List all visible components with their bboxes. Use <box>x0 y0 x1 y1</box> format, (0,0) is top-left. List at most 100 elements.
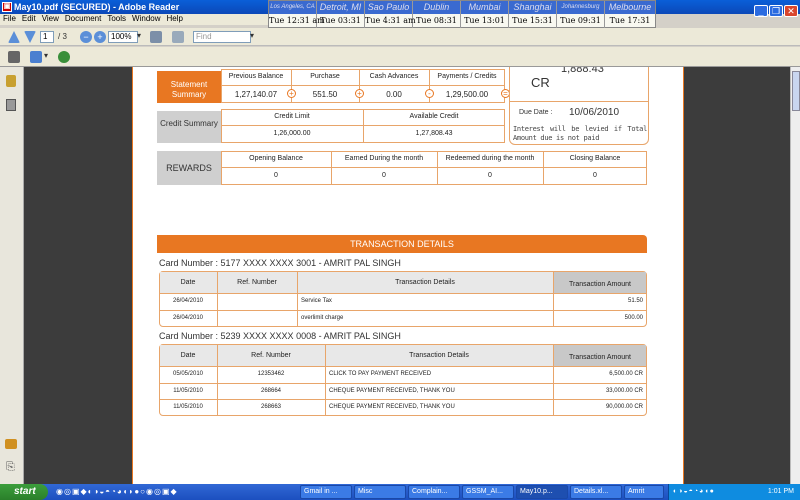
taskbar-item-gmail[interactable]: Gmail in ... <box>300 485 352 499</box>
transaction-amount-column-header: Transaction Amount <box>569 281 631 288</box>
vertical-scrollbar[interactable] <box>790 67 800 484</box>
comments-icon[interactable] <box>5 439 17 449</box>
restore-button[interactable]: ❐ <box>769 5 783 17</box>
taskbar: start ◉◎▣◆◐◑◒◓◔◕◖◗●○◉◎▣◆ Gmail in ... Mi… <box>0 484 800 500</box>
zoom-out-icon[interactable]: − <box>80 31 92 43</box>
clock-mumbai: Mumbai Tue 13:01 <box>461 1 509 28</box>
opening-balance-value: 0 <box>274 172 278 179</box>
rewards-label: REWARDS <box>157 151 221 185</box>
tray-clock[interactable]: 1:01 PM <box>768 484 794 500</box>
closing-balance-header: Closing Balance <box>569 155 621 162</box>
table-cell-date: 26/04/2010 <box>172 315 204 321</box>
find-input[interactable]: Find <box>193 31 251 43</box>
clock-time: Tue 4:31 am <box>365 16 416 25</box>
purchase-value: 551.50 <box>312 90 338 99</box>
clock-dublin: Dublin Tue 08:31 <box>413 1 461 28</box>
credit-limit-header: Credit Limit <box>274 113 310 120</box>
previous-balance-header: Previous Balance <box>228 73 284 80</box>
fit-page-icon[interactable] <box>150 31 162 43</box>
clock-time: Tue 15:31 <box>512 16 553 25</box>
chevron-down-icon[interactable]: ▾ <box>250 31 254 40</box>
next-page-icon[interactable] <box>24 31 36 43</box>
scrollbar-thumb[interactable] <box>792 71 800 111</box>
file-toolbar: ▾ <box>0 47 800 67</box>
menu-tools[interactable]: Tools <box>107 14 126 23</box>
print-icon[interactable] <box>8 51 20 63</box>
menu-bar: File Edit View Document Tools Window Help <box>0 14 268 25</box>
table-cell-details: CHEQUE PAYMENT RECEIVED, THANK YOU <box>329 404 455 410</box>
taskbar-item-amrit[interactable]: Amrit <box>624 485 664 499</box>
chevron-down-icon[interactable]: ▾ <box>44 51 48 60</box>
pages-icon[interactable] <box>6 99 16 111</box>
navigation-pane: ⎘ <box>0 67 24 484</box>
transaction-details-column-header: Transaction Details <box>395 279 455 286</box>
clock-city: Shanghai <box>509 1 556 14</box>
earned-header: Earned During the month <box>344 155 424 162</box>
table-cell-ref: 12353462 <box>257 371 285 377</box>
clock-city: Dublin <box>413 1 460 14</box>
transaction-details-banner: TRANSACTION DETAILS <box>157 235 647 253</box>
document-viewport[interactable]: Statement Summary Previous Balance Purch… <box>24 67 800 484</box>
page-number-input[interactable]: 1 <box>40 31 54 43</box>
menu-view[interactable]: View <box>42 14 59 23</box>
cash-advances-header: Cash Advances <box>369 73 419 80</box>
table-cell-amount: 90,000.00 CR <box>605 404 643 410</box>
payments-credits-value: 1,29,500.00 <box>445 90 489 99</box>
taskbar-item-may10-pdf[interactable]: May10.p... <box>516 485 568 499</box>
credit-limit-value: 1,26,000.00 <box>273 130 311 137</box>
pdf-page: Statement Summary Previous Balance Purch… <box>132 67 684 484</box>
taskbar-item-complain[interactable]: Complain... <box>408 485 460 499</box>
menu-document[interactable]: Document <box>65 14 101 23</box>
menu-file[interactable]: File <box>3 14 16 23</box>
ref-number-column-header: Ref. Number <box>251 352 291 359</box>
window-title: May10.pdf (SECURED) - Adobe Reader <box>14 2 180 12</box>
total-amount: 1,888.43 <box>561 67 604 75</box>
date-column-header: Date <box>180 352 196 359</box>
clock-city: Los Angeles, CA <box>269 1 316 14</box>
plus-icon: + <box>355 89 364 98</box>
redeemed-header: Redeemed during the month <box>445 155 535 162</box>
quick-launch-icons[interactable]: ◉◎▣◆◐◑◒◓◔◕◖◗●○◉◎▣◆ <box>56 487 296 497</box>
plus-icon: + <box>287 89 296 98</box>
cash-advances-value: 0.00 <box>386 90 402 99</box>
menu-help[interactable]: Help <box>167 14 183 23</box>
date-column-header: Date <box>180 279 196 286</box>
lock-icon[interactable] <box>6 75 16 87</box>
earned-value: 0 <box>382 172 386 179</box>
clock-los-angeles: Los Angeles, CA Tue 12:31 am <box>269 1 325 28</box>
table-cell-amount: 6,500.00 CR <box>609 371 643 377</box>
credit-summary-label: Credit Summary <box>157 111 221 143</box>
minimize-button[interactable]: _ <box>754 5 768 17</box>
start-button[interactable]: start <box>0 484 48 500</box>
fit-width-icon[interactable] <box>172 31 184 43</box>
taskbar-item-misc[interactable]: Misc <box>354 485 406 499</box>
table-cell-details: CLICK TO PAY PAYMENT RECEIVED <box>329 371 432 377</box>
minus-icon: - <box>425 89 434 98</box>
close-button[interactable]: ✕ <box>784 5 798 17</box>
clock-time: Tue 13:01 <box>464 16 505 25</box>
attachment-icon[interactable]: ⎘ <box>6 461 15 474</box>
pdf-icon: ▣ <box>2 2 12 12</box>
chevron-down-icon[interactable]: ▾ <box>137 31 141 40</box>
available-credit-header: Available Credit <box>409 113 459 120</box>
cr-indicator: CR <box>531 75 550 90</box>
menu-window[interactable]: Window <box>132 14 160 23</box>
table-cell-amount: 500.00 <box>624 315 643 321</box>
window-controls: _ ❐ ✕ <box>753 1 798 17</box>
taskbar-item-gssm[interactable]: GSSM_AI... <box>462 485 514 499</box>
previous-page-icon[interactable] <box>8 31 20 43</box>
zoom-select[interactable]: 100% <box>108 31 138 43</box>
taskbar-item-details-xls[interactable]: Details.xl... <box>570 485 622 499</box>
table-cell-ref: 268663 <box>260 404 282 410</box>
previous-balance-value: 1,27,140.07 <box>234 90 278 99</box>
share-icon[interactable] <box>30 51 42 63</box>
clock-city: Mumbai <box>461 1 508 14</box>
tray-icons[interactable]: ◐◑◒◓◔◕◖● <box>669 488 715 495</box>
clock-time: Tue 17:31 <box>609 16 651 25</box>
collaborate-icon[interactable] <box>58 51 70 63</box>
clock-city: Sao Paulo <box>365 1 412 14</box>
menu-edit[interactable]: Edit <box>22 14 36 23</box>
clock-johannesburg: Johannesburg Tue 09:31 <box>557 1 605 28</box>
zoom-in-icon[interactable]: + <box>94 31 106 43</box>
interest-note: Interest will be levied if Total Amount … <box>513 125 647 142</box>
